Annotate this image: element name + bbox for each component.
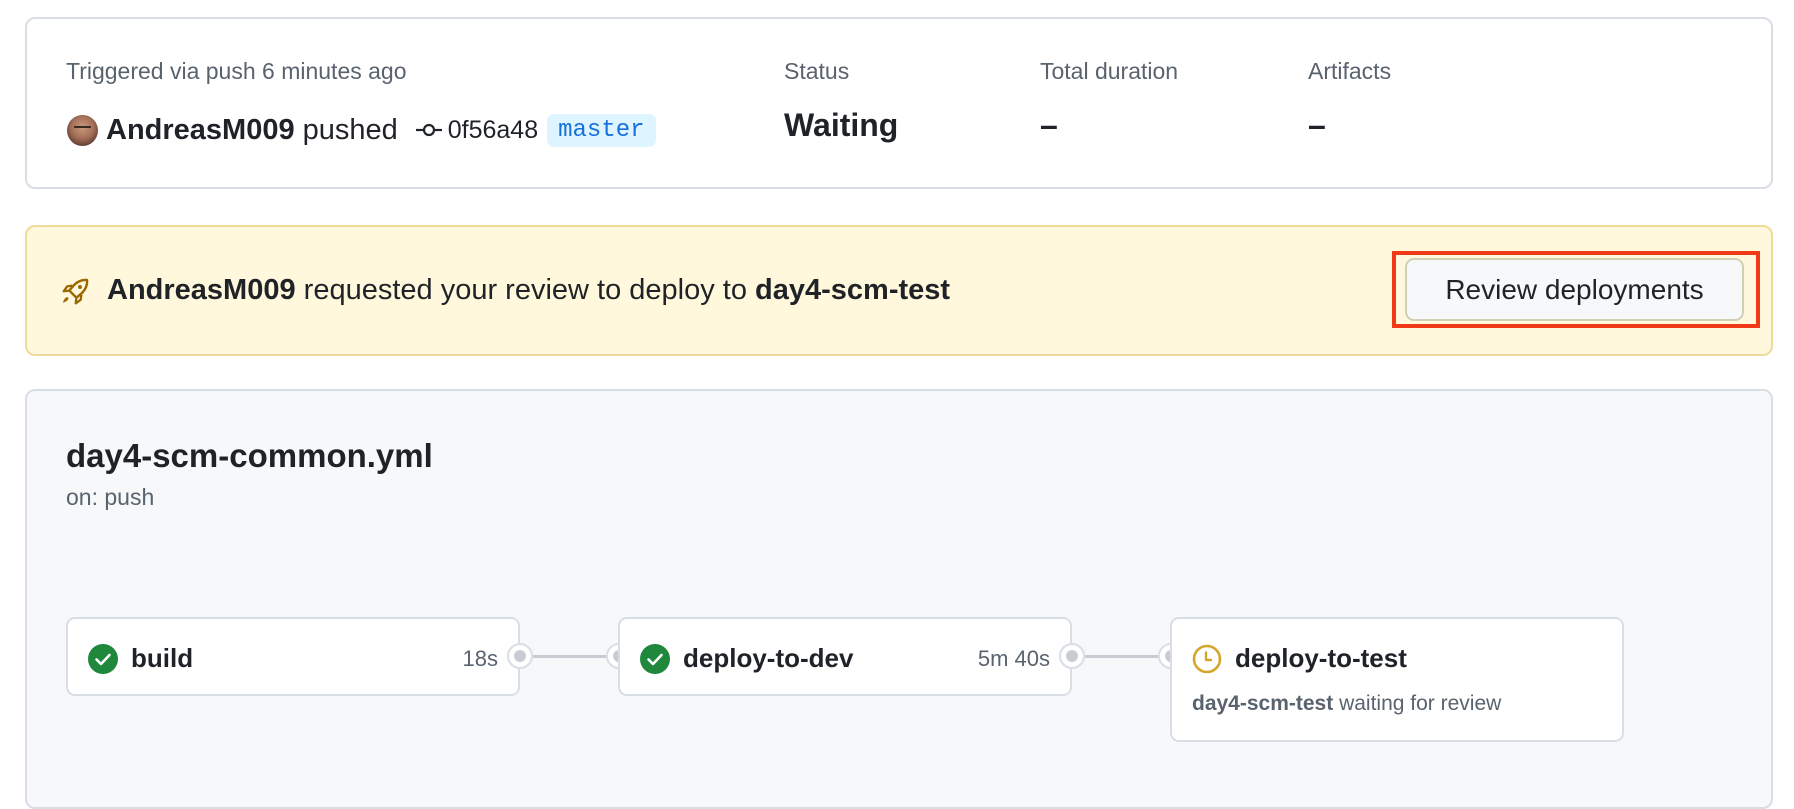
job-connector [533,655,608,658]
check-circle-icon [640,644,670,674]
review-request-message: AndreasM009 requested your review to dep… [107,274,950,307]
commit-sha-link[interactable]: 0f56a48 [448,116,538,145]
run-summary-card: Triggered via push 6 minutes ago Andreas… [25,17,1773,189]
artifacts-value: – [1308,107,1326,143]
triggered-label: Triggered via push 6 minutes ago [66,58,407,84]
job-duration: 18s [462,646,498,671]
duration-label: Total duration [1040,58,1179,84]
job-connector [1085,655,1160,658]
job-waiting-detail: day4-scm-test waiting for review [1192,692,1501,716]
job-output-port [507,643,533,669]
workflow-graph-panel: day4-scm-common.yml on: push build 18s d… [25,389,1773,809]
job-name: deploy-to-test [1235,643,1407,673]
job-name: build [131,643,194,673]
artifacts-label: Artifacts [1308,58,1392,84]
job-output-port [1059,643,1085,669]
action-text: pushed [302,113,398,146]
duration-value: – [1040,107,1058,143]
job-name: deploy-to-dev [683,643,854,673]
review-request-banner: AndreasM009 requested your review to dep… [25,225,1773,356]
check-circle-icon [88,644,118,674]
clock-icon [1192,644,1222,674]
request-text: requested your review to deploy to [303,274,747,306]
rocket-icon [62,278,89,305]
job-environment: day4-scm-test [1192,692,1334,715]
git-commit-icon [415,123,442,137]
branch-badge[interactable]: master [547,113,656,147]
environment-name: day4-scm-test [755,274,951,306]
avatar[interactable] [67,114,98,146]
status-value: Waiting [784,107,899,143]
workflow-trigger: on: push [66,484,155,510]
job-card-deploy-to-test[interactable]: deploy-to-test day4-scm-test waiting for… [1170,617,1624,742]
requesting-actor[interactable]: AndreasM009 [107,274,296,306]
review-deployments-button[interactable]: Review deployments [1405,258,1744,321]
workflow-file-name[interactable]: day4-scm-common.yml [66,437,433,475]
job-card-build[interactable]: build 18s [66,617,520,696]
job-card-deploy-to-dev[interactable]: deploy-to-dev 5m 40s [618,617,1072,696]
job-duration: 5m 40s [977,646,1050,671]
status-label: Status [784,58,850,84]
pusher-row: AndreasM009 pushed 0f56a48 master [67,112,656,148]
actor-link[interactable]: AndreasM009 [106,114,295,147]
job-status-text: waiting for review [1339,692,1502,715]
